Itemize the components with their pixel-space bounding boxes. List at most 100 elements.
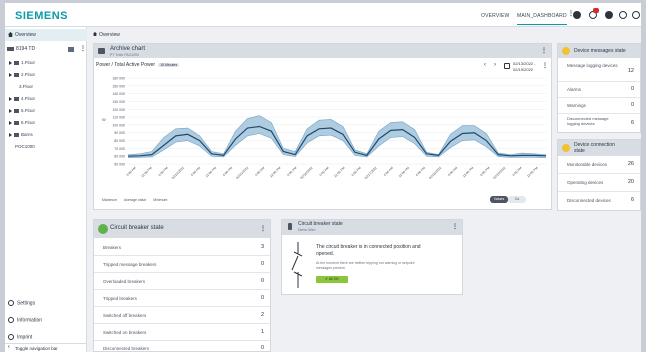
x-tick-label: 12:00 PM xyxy=(398,166,411,179)
toggle-navigation-button[interactable]: ‹ Toggle navigation bar xyxy=(5,343,87,352)
card-header: Device messages state xyxy=(558,44,640,58)
card-menu-icon[interactable]: ⋮ xyxy=(260,225,266,232)
tree-item-floor[interactable]: 2.Floor xyxy=(9,72,35,77)
tree-item-floor[interactable]: 5.Floor xyxy=(9,108,35,113)
tree-item-floor[interactable]: 4.Floor xyxy=(9,96,35,101)
info-icon xyxy=(8,317,14,323)
kv-row[interactable]: Operating devices 20 xyxy=(558,174,640,192)
breaker-status-text: The circuit breaker is in connected posi… xyxy=(316,244,421,250)
breaker-row[interactable]: Disconnected breakers 0 xyxy=(94,341,270,352)
x-tick-label: 6:00 PM xyxy=(351,166,362,177)
breaker-status-text: opened. xyxy=(316,251,335,257)
card-title: Archive chart xyxy=(110,46,146,52)
kv-row[interactable]: Disconnected devices 6 xyxy=(558,192,640,210)
breaker-note: At the moment there are neither tripping… xyxy=(316,261,415,265)
warning-icon xyxy=(562,144,570,152)
kv-label: Disconnected devices xyxy=(567,198,611,203)
breaker-row[interactable]: Breakers 3 xyxy=(94,239,270,256)
measure-label[interactable]: Power / Total Active Power xyxy=(96,62,155,68)
tree-action-icon[interactable] xyxy=(68,47,74,52)
kv-value: 0 xyxy=(260,261,264,267)
y-tick-label: 120 000 xyxy=(112,108,125,112)
breaker-row[interactable]: Overloaded breakers 0 xyxy=(94,273,270,290)
y-tick-label: 80 000 xyxy=(114,139,125,143)
breaker-diagram-icon xyxy=(291,242,303,288)
x-tick-label: 6:00 AM xyxy=(254,166,265,177)
kv-row[interactable]: Monitorable devices 26 xyxy=(558,156,640,174)
user-icon[interactable] xyxy=(605,11,613,19)
sidebar-item-information[interactable]: Information xyxy=(8,317,42,323)
kv-row[interactable]: Warnings 0 xyxy=(558,98,640,114)
card-title: Device connection state xyxy=(574,142,615,154)
sidebar-item-label: Overview xyxy=(15,32,36,38)
chevron-right-icon[interactable]: › xyxy=(494,62,496,68)
breadcrumb[interactable]: Overview xyxy=(93,32,120,38)
date-from[interactable]: 02/13/2022 - xyxy=(513,61,535,66)
y-tick-label: 100 000 xyxy=(112,123,125,127)
siemens-logo: SIEMENS xyxy=(15,10,69,22)
breaker-row[interactable]: Tripped breakers 0 xyxy=(94,290,270,307)
archive-chart-card: Archive chart PT Trafo PAC4200 ⋮ Power /… xyxy=(93,43,552,210)
tree-item-floor[interactable]: Barns xyxy=(9,132,33,137)
add-icon[interactable] xyxy=(573,11,581,19)
card-header: Circuit breaker state ⋮ xyxy=(94,220,270,238)
card-menu-icon[interactable]: ⋮ xyxy=(452,223,458,230)
breaker-row[interactable]: Switched on breakers 1 xyxy=(94,324,270,341)
tree-more-icon[interactable]: ⋮ xyxy=(80,45,86,52)
nav-overview[interactable]: OVERVIEW xyxy=(481,13,509,19)
globe-icon[interactable] xyxy=(619,11,627,19)
sidebar-item-label: Imprint xyxy=(17,334,33,341)
card-title: Circuit breaker state xyxy=(110,225,164,231)
legend-average[interactable]: Average value xyxy=(124,198,146,202)
kv-value: 3 xyxy=(260,244,264,250)
kv-value: 0 xyxy=(260,278,264,284)
kv-value: 0 xyxy=(630,102,634,108)
help-icon[interactable] xyxy=(632,11,640,19)
view-chart-button[interactable]: Ca xyxy=(508,196,526,203)
legend-minimum[interactable]: Minimum xyxy=(153,198,167,202)
kv-label: Disconnected breakers xyxy=(103,346,150,351)
breaker-row[interactable]: Switched off breakers 2 xyxy=(94,307,270,324)
kv-value: 0 xyxy=(260,345,264,351)
breaker-note: messages present. xyxy=(316,266,346,270)
x-tick-label: 12:00 PM xyxy=(140,166,153,179)
sidebar-item-label: Information xyxy=(17,317,43,324)
legend-maximum[interactable]: Maximum xyxy=(102,198,117,202)
kv-label: Switched off breakers xyxy=(103,313,147,318)
chart-more-icon[interactable]: ⋮ xyxy=(542,62,548,69)
tree-item-floor[interactable]: 1.Floor xyxy=(9,60,35,65)
breaker-row[interactable]: Tripped message breakers 0 xyxy=(94,256,270,273)
folder-icon xyxy=(14,108,19,113)
tree-item-floor[interactable]: 6.Floor xyxy=(9,120,35,125)
tree-item-floor[interactable]: 3.Floor xyxy=(19,84,33,89)
gear-icon xyxy=(8,300,14,306)
y-tick-label: 130 000 xyxy=(112,100,125,104)
x-tick-label: 12:00 PM xyxy=(269,166,282,179)
kv-label: Breakers xyxy=(103,245,122,250)
chart-legend: Maximum Average value Minimum xyxy=(102,198,173,202)
sidebar-item-imprint[interactable]: Imprint xyxy=(8,334,32,340)
folder-icon xyxy=(14,60,19,65)
series-band-max-min xyxy=(128,115,546,158)
chevron-left-icon[interactable]: ‹ xyxy=(484,62,486,68)
view-values-button[interactable]: Values xyxy=(490,196,508,203)
expand-icon xyxy=(9,60,12,65)
sidebar-item-settings[interactable]: Settings xyxy=(8,300,35,306)
imprint-icon xyxy=(8,334,14,340)
kv-row[interactable]: Message logging devices 12 xyxy=(558,60,640,82)
card-menu-icon[interactable]: ⋮ xyxy=(541,47,547,54)
card-header: Circuit breaker state Demo Wire ⋮ xyxy=(282,220,462,235)
interval-chip[interactable]: 15 Minutes xyxy=(158,63,180,67)
x-tick-label: 12:00 PM xyxy=(205,166,218,179)
card-header: Archive chart PT Trafo PAC4200 ⋮ xyxy=(94,44,551,58)
kv-row[interactable]: Alarms 0 xyxy=(558,82,640,98)
nav-main-dashboard[interactable]: MAIN_DASHBOARD xyxy=(517,13,567,25)
sidebar-item-overview[interactable]: Overview xyxy=(5,29,87,41)
tree-root[interactable]: 8194 TD xyxy=(7,46,35,52)
x-tick-label: 12:00 PM xyxy=(462,166,475,179)
tree-item-floor[interactable]: POC1000 xyxy=(15,144,35,149)
kv-row[interactable]: Disconnected message logging devices 6 xyxy=(558,114,640,134)
calendar-icon[interactable] xyxy=(504,63,510,69)
y-tick-label: 110 000 xyxy=(113,116,125,120)
x-tick-label: 02/15/2022 xyxy=(235,166,249,180)
